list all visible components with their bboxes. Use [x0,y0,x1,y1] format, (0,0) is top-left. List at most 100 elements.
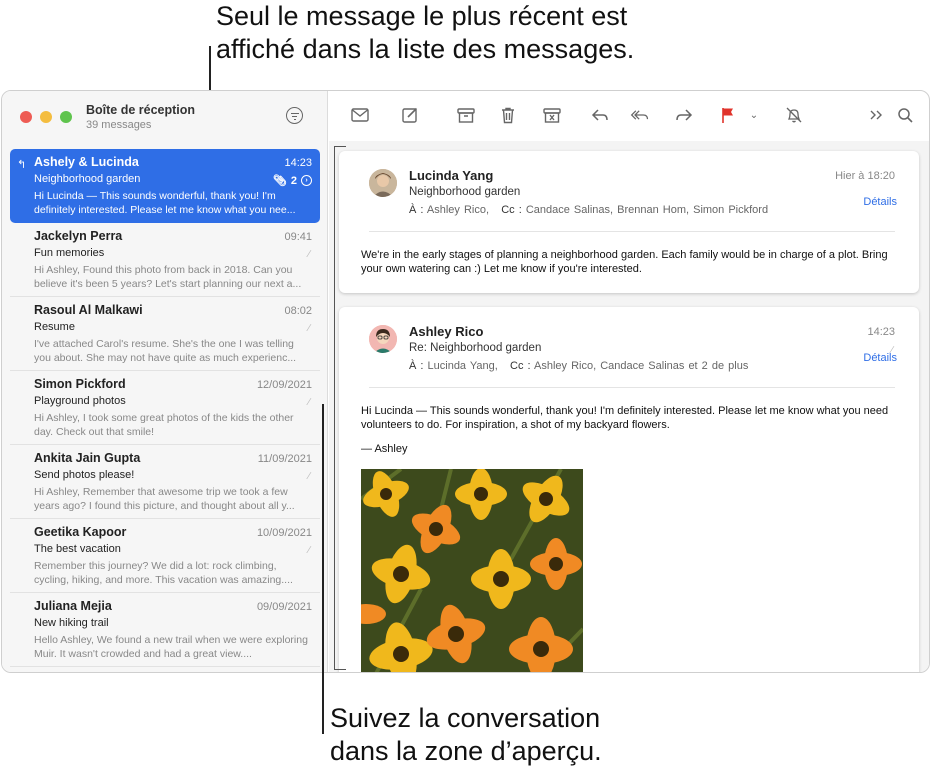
filter-icon[interactable] [286,107,303,124]
trash-icon[interactable] [497,105,519,125]
subject: Neighborhood garden [34,173,141,185]
thread-chevron-icon[interactable]: › [301,175,312,186]
preview: Hi Ashley, I took some great photos of t… [34,412,294,438]
flag-menu-chevron-icon[interactable]: ⌄ [743,105,765,125]
preview: I've attached Carol's resume. She's the … [34,338,297,364]
subject: Playground photos [34,395,126,407]
list-item[interactable]: Rasoul Al Malkawi 08:02 Resume ∕ I've at… [10,297,320,371]
preview: Hi Ashley, Found this photo from back in… [34,264,302,290]
preview: Remember this journey? We did a lot: roc… [34,560,293,586]
date: 12/09/2021 [256,379,312,391]
message-body: We're in the early stages of planning a … [361,249,888,275]
to-value[interactable]: Lucinda Yang, [428,360,498,372]
date: 09/09/2021 [256,601,312,613]
message-body: Hi Lucinda — This sounds wonderful, than… [361,405,889,431]
preview: Hi Ashley, Remember that awesome trip we… [34,486,295,512]
flowers-photo[interactable] [361,469,583,672]
attachment-icon: ∕ [308,323,310,334]
message-subject: Re: Neighborhood garden [409,342,542,354]
thread-count-value: 2 [290,174,297,187]
mute-bell-icon[interactable] [783,105,805,125]
reply-all-icon[interactable] [629,105,651,125]
callout-top-line2: affiché dans la liste des messages. [216,34,635,64]
reply-icon[interactable] [589,105,611,125]
details-link[interactable]: Détails [863,196,897,208]
date: 11/09/2021 [257,453,312,465]
message-date: Hier à 18:20 [835,170,895,182]
date: 09:41 [284,231,312,243]
callout-top: Seul le message le plus récent est affic… [216,0,686,66]
get-mail-icon[interactable] [349,105,371,125]
callout-bottom-line1: Suivez la conversation [330,703,601,733]
more-toolbar-icon[interactable] [865,105,887,125]
list-item[interactable]: Jackelyn Perra 09:41 Fun memories ∕ Hi A… [10,223,320,297]
cc-value[interactable]: Ashley Rico, Candace Salinas et 2 de plu… [534,360,748,372]
sender: Geetika Kapoor [34,525,127,539]
subject: Resume [34,321,75,333]
close-button[interactable] [20,111,32,123]
sender: Rasoul Al Malkawi [34,303,143,317]
list-item[interactable]: Juliana Mejia 09/09/2021 New hiking trai… [10,593,320,667]
mailbox-title: Boîte de réception [86,103,196,117]
sender: Simon Pickford [34,377,126,391]
preview-pane: Lucinda Yang Neighborhood garden À : Ash… [329,141,929,672]
forward-icon[interactable] [673,105,695,125]
callout-bottom-line2: dans la zone d’aperçu. [330,736,602,766]
list-item[interactable]: Ankita Jain Gupta 11/09/2021 Send photos… [10,445,320,519]
details-link[interactable]: Détails [863,352,897,364]
list-item[interactable]: ↰ Ashely & Lucinda 14:23 Neighborhood ga… [10,149,320,223]
subject: Send photos please! [34,469,135,481]
message-list-pane: Boîte de réception 39 messages ↰ Ashely … [2,91,328,672]
subject: Fun memories [34,247,105,259]
preview-bracket [334,146,346,670]
date: 14:23 [284,157,312,169]
callout-bottom: Suivez la conversation dans la zone d’ap… [330,702,750,768]
attachment-icon: ∕ [308,471,310,482]
preview: Hi Lucinda — This sounds wonderful, than… [34,190,296,216]
message-date: 14:23 [867,326,895,338]
signature: — Ashley [361,443,408,455]
list-item[interactable]: Simon Pickford 12/09/2021 Playground pho… [10,371,320,445]
message-subject: Neighborhood garden [409,186,521,198]
preview: Hello Ashley, We found a new trail when … [34,634,308,660]
compose-icon[interactable] [399,105,421,125]
junk-icon[interactable] [541,105,563,125]
date: 08:02 [284,305,312,317]
subject: New hiking trail [34,617,109,629]
attachment-icon: ∕ [308,545,310,556]
zoom-button[interactable] [60,111,72,123]
to-value[interactable]: Ashley Rico, [427,204,489,216]
sender: Juliana Mejia [34,599,112,613]
recipients: À : Ashley Rico, Cc : Candace Salinas, B… [409,204,768,216]
mailbox-count: 39 messages [86,119,152,131]
sender-name: Lucinda Yang [409,168,494,183]
attachment-icon: ∕ [308,249,310,260]
recipients: À : Lucinda Yang, Cc : Ashley Rico, Cand… [409,360,748,372]
toolbar: ⌄ [329,91,929,141]
message-card: Lucinda Yang Neighborhood garden À : Ash… [339,151,919,293]
cc-label: Cc : [510,360,531,372]
cc-value[interactable]: Candace Salinas, Brennan Hom, Simon Pick… [526,204,768,216]
sender: Ankita Jain Gupta [34,451,141,465]
flag-icon[interactable] [717,105,739,125]
list-item[interactable]: Geetika Kapoor 10/09/2021 The best vacat… [10,519,320,593]
callout-pointer-bottom [322,404,324,734]
to-label: À : [409,204,424,216]
sender: Ashely & Lucinda [34,155,139,169]
avatar [369,169,397,197]
cc-label: Cc : [501,204,522,216]
replied-icon: ↰ [17,159,27,171]
thread-count: 📎︎ 2 › [273,174,312,187]
message-list: ↰ Ashely & Lucinda 14:23 Neighborhood ga… [10,149,320,667]
date: 10/09/2021 [256,527,312,539]
subject: The best vacation [34,543,121,555]
sender-name: Ashley Rico [409,324,484,339]
archive-icon[interactable] [455,105,477,125]
attachment-icon: 📎︎ [272,175,287,187]
window-controls [20,111,72,123]
search-icon[interactable] [895,105,917,125]
attachment-icon: ∕ [308,397,310,408]
message-card: Ashley Rico Re: Neighborhood garden À : … [339,307,919,672]
minimize-button[interactable] [40,111,52,123]
divider [369,231,895,232]
